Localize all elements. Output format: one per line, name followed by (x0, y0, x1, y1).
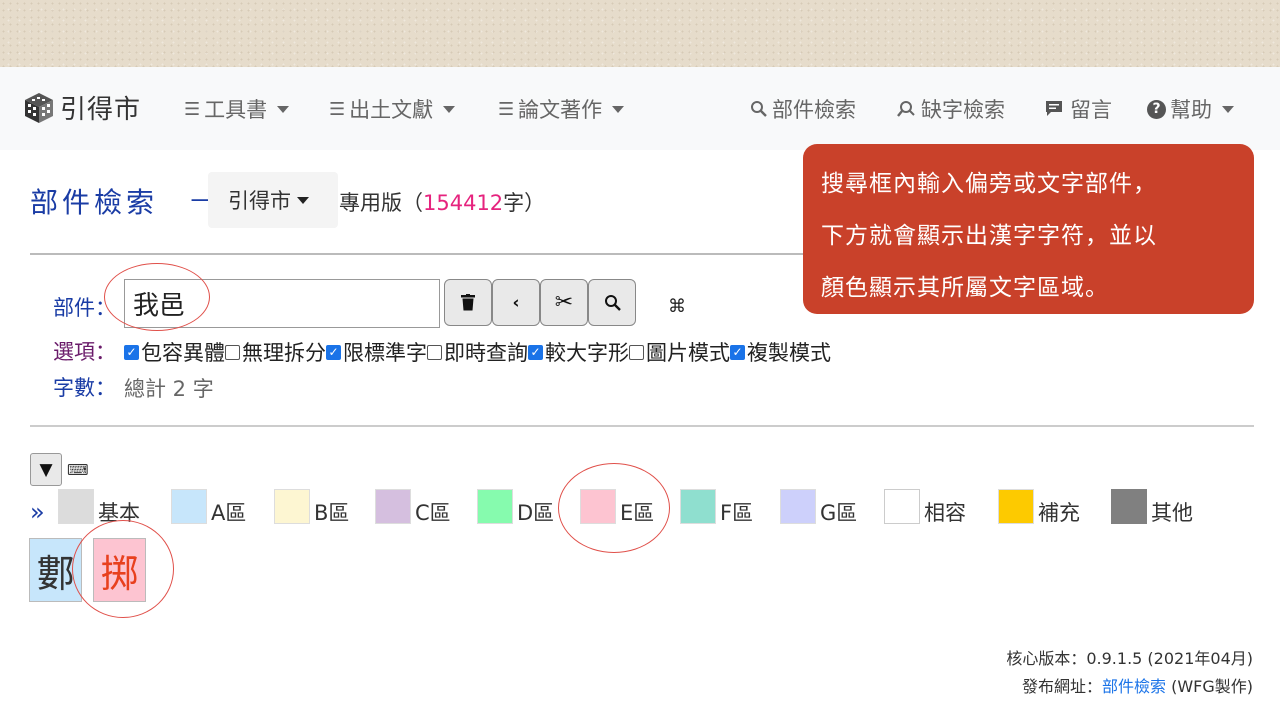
legend-swatch (375, 489, 411, 524)
legend-item-c: C區 (375, 489, 451, 525)
option-instant-query[interactable]: 即時查詢 (427, 337, 528, 367)
checkbox-unchecked[interactable] (225, 344, 240, 360)
nav-excavated-label: 出土文獻 (349, 98, 434, 122)
caret-down-icon (1222, 105, 1234, 113)
divider (30, 425, 1254, 427)
legend-item-other: 其他 (1111, 489, 1193, 525)
nav-missing-char-search[interactable]: 缺字檢索 (897, 94, 1005, 124)
options-list: ✓ 包容異體 無理拆分 ✓ 限標準字 即時查詢 ✓ 較大字形 圖片模式 ✓ 複製模式 (124, 337, 831, 367)
legend-item-g: G區 (780, 489, 857, 525)
brand-name: 引得市 (60, 95, 142, 125)
edition-suffix: 字） (503, 191, 546, 215)
nav-tools-dropdown[interactable]: ☰ 工具書 (184, 94, 290, 124)
page-title: 部件檢索 (30, 186, 159, 219)
nav-tools-label: 工具書 (204, 98, 268, 122)
legend-swatch (58, 489, 94, 524)
annotation-circle (104, 263, 210, 331)
caret-down-icon (443, 105, 456, 113)
edition-count: 154412 (423, 191, 504, 215)
nav-papers-label: 論文著作 (518, 98, 603, 122)
nav-help-dropdown[interactable]: ? 幫助 (1147, 94, 1234, 124)
trash-icon (461, 294, 475, 311)
legend-arrow-icon: » (30, 498, 45, 526)
option-larger-glyphs[interactable]: ✓ 較大字形 (528, 337, 629, 367)
nav-papers-dropdown[interactable]: ☰ 論文著作 (498, 94, 625, 124)
option-image-mode[interactable]: 圖片模式 (629, 337, 730, 367)
backspace-icon: ‹ (512, 292, 520, 313)
option-standard-only[interactable]: ✓ 限標準字 (326, 337, 427, 367)
legend-swatch (884, 489, 920, 524)
nav-component-search[interactable]: 部件檢索 (750, 94, 856, 124)
options-label: 選項： (53, 340, 116, 364)
comment-icon (1046, 101, 1062, 116)
nav-message-label: 留言 (1070, 98, 1112, 122)
scissors-icon: ✂ (554, 290, 574, 315)
checkbox-checked[interactable]: ✓ (124, 344, 139, 360)
legend-item-basic: 基本 (58, 489, 140, 525)
hamburger-icon: ☰ (184, 98, 201, 120)
caret-down-icon (277, 105, 290, 113)
legend-item-f: F區 (680, 489, 753, 525)
legend-item-a: A區 (171, 489, 246, 525)
collapse-toggle-button[interactable]: ▼ (30, 453, 62, 486)
brand[interactable]: 引得市 (22, 89, 141, 126)
cube-logo-icon (25, 92, 53, 123)
checkbox-checked[interactable]: ✓ (326, 344, 341, 360)
split-button[interactable]: ✂ (540, 279, 588, 326)
nav-message[interactable]: 留言 (1045, 94, 1112, 124)
command-icon[interactable]: ⌘ (668, 296, 686, 317)
annotation-circle (72, 520, 174, 618)
backspace-button[interactable]: ‹ (492, 279, 540, 326)
footer-version: 核心版本：0.9.1.5 (2021年04月) (1006, 649, 1253, 668)
option-include-variants[interactable]: ✓ 包容異體 (124, 337, 225, 367)
help-icon: ? (1147, 99, 1166, 119)
footer-url: 發布網址：部件檢索 (WFG製作) (1021, 677, 1253, 696)
legend-item-b: B區 (274, 489, 349, 525)
search-button[interactable] (588, 279, 636, 326)
navbar: 引得市 ☰ 工具書 ☰ 出土文獻 ☰ 論文著作 部件檢索 缺字檢索 留言 ? 幫… (0, 67, 1280, 150)
legend-swatch (780, 489, 816, 524)
legend-item-d: D區 (477, 489, 554, 525)
legend-swatch (998, 489, 1034, 524)
option-copy-mode[interactable]: ✓ 複製模式 (730, 337, 831, 367)
edition-prefix: 專用版（ (339, 191, 423, 215)
checkbox-unchecked[interactable] (629, 344, 644, 360)
checkbox-checked[interactable]: ✓ (528, 344, 543, 360)
caret-down-icon (297, 196, 309, 204)
legend-item-supplement: 補充 (998, 489, 1080, 525)
annotation-callout: 搜尋框內輸入偏旁或文字部件， 下方就會顯示出漢字字符，並以 顏色顯示其所屬文字區… (803, 144, 1254, 314)
legend-swatch (477, 489, 513, 524)
caret-down-icon (612, 105, 625, 113)
keyboard-icon[interactable]: ⌨ (67, 461, 89, 479)
legend-swatch (680, 489, 716, 524)
search-alt-icon (897, 101, 915, 117)
edition-label: 引得市 (228, 189, 291, 213)
edition-dropdown[interactable]: 引得市 (208, 172, 338, 228)
search-icon (751, 101, 767, 117)
hamburger-icon: ☰ (329, 98, 346, 120)
option-irrational-split[interactable]: 無理拆分 (225, 337, 326, 367)
paper-texture-banner (0, 0, 1280, 67)
count-value: 總計 2 字 (124, 377, 214, 401)
count-label: 字數： (53, 376, 116, 400)
annotation-circle (558, 463, 670, 553)
legend-swatch (1111, 489, 1147, 524)
legend-swatch (171, 489, 207, 524)
edition-info: 專用版（154412字） (339, 187, 545, 217)
checkbox-unchecked[interactable] (427, 344, 442, 360)
legend-item-compat: 相容 (884, 489, 966, 525)
clear-button[interactable] (444, 279, 492, 326)
checkbox-checked[interactable]: ✓ (730, 344, 745, 360)
nav-missing-char-search-label: 缺字檢索 (921, 98, 1005, 122)
hamburger-icon: ☰ (498, 98, 515, 120)
legend-swatch (274, 489, 310, 524)
nav-component-search-label: 部件檢索 (772, 98, 856, 122)
nav-excavated-dropdown[interactable]: ☰ 出土文獻 (329, 94, 456, 124)
nav-help-label: 幫助 (1170, 98, 1212, 122)
footer-link[interactable]: 部件檢索 (1102, 677, 1166, 696)
search-icon (604, 295, 621, 311)
